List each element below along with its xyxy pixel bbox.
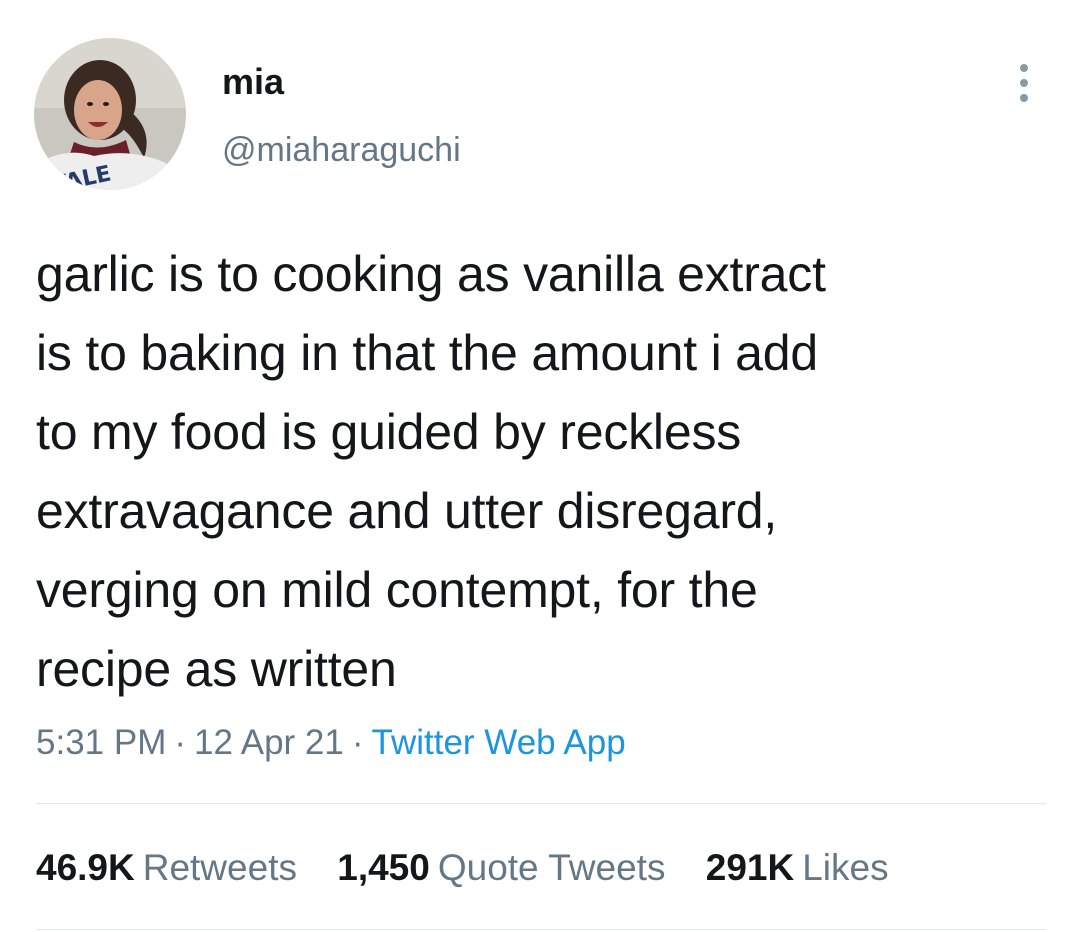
tweet-text: garlic is to cooking as vanilla extract …	[36, 246, 826, 697]
meta-separator: ·	[174, 723, 187, 762]
avatar[interactable]: YALE	[34, 38, 186, 190]
more-vertical-icon[interactable]	[1004, 58, 1044, 108]
quote-tweets-count: 1,450	[337, 847, 430, 888]
tweet-stats: 46.9K Retweets 1,450 Quote Tweets 291K Like…	[36, 842, 919, 894]
quote-tweets-label: Quote Tweets	[437, 847, 666, 888]
meta-separator: ·	[351, 723, 364, 762]
divider	[36, 803, 1046, 804]
author-name[interactable]: mia	[222, 60, 284, 104]
divider	[36, 929, 1046, 930]
quote-tweets-stat[interactable]: 1,450 Quote Tweets	[337, 842, 665, 894]
tweet-card: YALE mia @miaharaguchi garlic is to cook…	[0, 0, 1080, 932]
likes-label: Likes	[802, 847, 889, 888]
tweet-source-link[interactable]: Twitter Web App	[372, 723, 626, 762]
profile-photo-icon: YALE	[34, 38, 186, 190]
tweet-time[interactable]: 5:31 PM	[36, 723, 166, 762]
likes-stat[interactable]: 291K Likes	[706, 842, 889, 894]
tweet-date[interactable]: 12 Apr 21	[194, 723, 344, 762]
tweet-meta: 5:31 PM · 12 Apr 21 · Twitter Web App	[36, 718, 626, 768]
likes-count: 291K	[705, 847, 795, 888]
retweets-count: 46.9K	[36, 847, 135, 888]
retweets-stat[interactable]: 46.9K Retweets	[36, 842, 297, 894]
author-handle[interactable]: @miaharaguchi	[222, 128, 461, 172]
retweets-label: Retweets	[142, 847, 297, 888]
